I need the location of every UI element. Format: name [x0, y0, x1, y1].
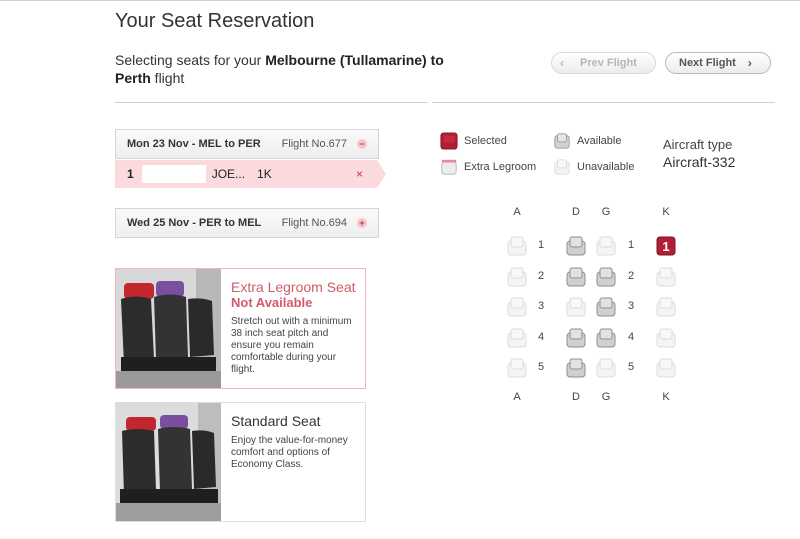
seat-3k-unavailable [656, 297, 676, 317]
seat-5k-unavailable [656, 358, 676, 378]
passenger-name: JOE... [211, 167, 246, 181]
divider [115, 102, 428, 103]
seat-2d-available[interactable] [566, 267, 586, 287]
legend-label: Extra Legroom [464, 161, 537, 173]
seat-2a-unavailable [507, 267, 527, 286]
column-label-k: K [662, 206, 670, 218]
next-flight-button[interactable]: Next Flight › [665, 52, 771, 74]
seat-2k-unavailable [656, 267, 676, 286]
row-number: 2 [537, 269, 545, 282]
standard-seat-card: Standard Seat Enjoy the value-for-money … [115, 402, 366, 522]
column-label-k: K [662, 391, 670, 403]
row-number: 3 [537, 300, 545, 312]
column-label-a: A [513, 391, 521, 403]
row-number: 1 [537, 239, 545, 251]
flight-header-outbound[interactable]: Mon 23 Nov - MEL to PER Flight No.677 − [115, 129, 379, 159]
seat-3a-unavailable [507, 297, 527, 317]
remove-seat-icon[interactable]: × [356, 167, 363, 181]
route-prefix: Selecting seats for your [115, 52, 266, 68]
aircraft-type-value: Aircraft-332 [663, 154, 736, 170]
card-body: Standard Seat Enjoy the value-for-money … [221, 403, 365, 521]
seat-5a-unavailable [507, 358, 527, 378]
redacted-name [141, 165, 206, 183]
column-label-a: A [513, 206, 521, 218]
divider [432, 102, 775, 103]
row-number: 5 [537, 361, 545, 373]
seat-photo [116, 403, 221, 521]
legend-selected: Selected [440, 132, 507, 150]
top-border [0, 0, 800, 1]
legend-unavailable: Unavailable [553, 158, 634, 176]
legend-available: Available [553, 132, 621, 150]
next-flight-label: Next Flight [679, 57, 736, 69]
seat-5g-unavailable [596, 358, 616, 378]
legend-label: Available [577, 135, 622, 147]
page-title: Your Seat Reservation [115, 10, 315, 32]
card-body: Extra Legroom Seat Not Available Stretch… [221, 269, 365, 388]
seat-1g-unavailable [596, 236, 616, 256]
expand-icon[interactable]: + [357, 218, 367, 228]
row-number: 4 [537, 330, 545, 343]
seat-1k-selected[interactable]: 1 [656, 236, 676, 256]
extra-legroom-card: Extra Legroom Seat Not Available Stretch… [115, 268, 366, 389]
flight-number: Flight No.694 [281, 217, 347, 229]
card-title: Standard Seat [231, 413, 321, 429]
passenger-seat: 1K [257, 167, 272, 181]
flight-number: Flight No.677 [281, 138, 347, 150]
row-number: 5 [627, 361, 635, 373]
legend-label: Unavailable [577, 161, 635, 173]
seat-3g-available[interactable] [596, 297, 616, 317]
aircraft-type-label: Aircraft type [663, 137, 733, 152]
seat-4g-available[interactable] [596, 328, 616, 348]
passenger-row[interactable]: 1 JOE... 1K × [115, 160, 386, 188]
flight-route: Wed 25 Nov - PER to MEL [127, 217, 262, 229]
flight-route: Mon 23 Nov - MEL to PER [127, 138, 261, 150]
row-number: 3 [627, 300, 635, 312]
row-number: 1 [627, 239, 635, 251]
column-label-g: G [601, 206, 611, 218]
seat-photo [116, 269, 221, 388]
route-suffix: flight [150, 70, 185, 86]
column-label-g: G [601, 391, 611, 403]
column-label-d: D [572, 391, 580, 403]
seat-1d-available[interactable] [566, 236, 586, 256]
unavailable-seat-icon [554, 159, 570, 175]
chevron-right-icon: › [747, 56, 752, 70]
card-subtitle: Not Available [231, 295, 313, 310]
selected-seat-icon [440, 132, 458, 150]
row-number: 2 [627, 269, 635, 282]
seat-1a-unavailable [507, 236, 527, 256]
card-description: Stretch out with a minimum 38 inch seat … [231, 316, 352, 375]
seat-3d-unavailable [566, 297, 586, 317]
flight-header-return[interactable]: Wed 25 Nov - PER to MEL Flight No.694 + [115, 208, 379, 238]
seat-2g-available[interactable] [596, 267, 616, 287]
chevron-left-icon: ‹ [560, 56, 564, 70]
legend-extra-legroom: Extra Legroom [440, 158, 536, 176]
svg-text:1: 1 [662, 239, 669, 254]
seat-4k-unavailable [656, 328, 676, 347]
column-label-d: D [572, 206, 580, 218]
legend-label: Selected [464, 135, 507, 147]
extra-legroom-seat-icon [441, 159, 457, 175]
available-seat-icon [554, 133, 570, 149]
seat-5d-available[interactable] [566, 358, 586, 378]
seat-4a-unavailable [507, 328, 527, 347]
seat-4d-available[interactable] [566, 328, 586, 348]
prev-flight-label: Prev Flight [580, 57, 637, 69]
card-title: Extra Legroom Seat [231, 279, 356, 295]
collapse-icon[interactable]: − [357, 139, 367, 149]
route-description: Selecting seats for your Melbourne (Tull… [115, 51, 475, 87]
row-number: 4 [627, 330, 635, 343]
prev-flight-button[interactable]: ‹ Prev Flight [551, 52, 656, 74]
card-description: Enjoy the value-for-money comfort and op… [231, 435, 348, 470]
passenger-number: 1 [127, 167, 134, 181]
